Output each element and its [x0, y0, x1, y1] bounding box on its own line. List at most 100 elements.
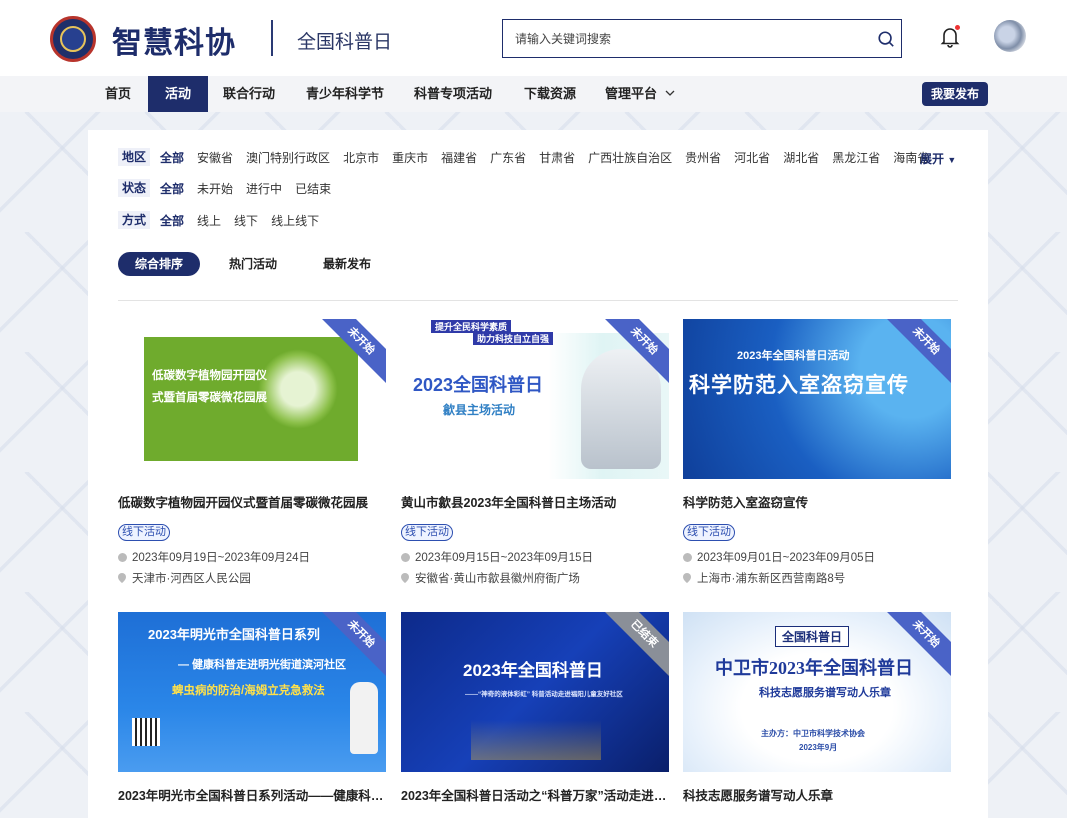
search-box: [502, 19, 902, 58]
nav-item-home[interactable]: 首页: [92, 76, 144, 112]
thumb-text: 蜱虫病的防治/海姆立克急救法: [172, 685, 325, 697]
card-title[interactable]: 低碳数字植物园开园仪式暨首届零碳微花园展: [118, 492, 386, 511]
filter-label-status: 状态: [118, 179, 151, 197]
filter-option[interactable]: 线上: [197, 212, 221, 229]
filter-mode: 方式 全部 线上 线下 线上线下: [118, 210, 332, 230]
date-text: 2023年09月15日~2023年09月15日: [415, 552, 594, 564]
filter-option[interactable]: 安徽省: [197, 149, 233, 166]
thumb-text: — 健康科普走进明光街道滨河社区: [178, 659, 347, 671]
filter-region: 地区 全部 安徽省 澳门特别行政区 北京市 重庆市 福建省 广东省 甘肃省 广西…: [118, 147, 942, 167]
nav-item-joint-action[interactable]: 联合行动: [216, 76, 282, 112]
activity-card[interactable]: 低碳数字植物园开园仪 式暨首届零碳微花园展 未开始 低碳数字植物园开园仪式暨首届…: [118, 319, 386, 586]
card-location: 安徽省·黄山市歙县徽州府衙广场: [401, 570, 669, 586]
search-input[interactable]: [503, 20, 843, 57]
filter-option[interactable]: 广西壮族自治区: [588, 149, 672, 166]
filter-option[interactable]: 未开始: [197, 180, 233, 197]
clock-icon: [683, 552, 692, 562]
main-nav: 首页 活动 联合行动 青少年科学节 科普专项活动 下载资源 管理平台 我要发布: [0, 76, 1067, 112]
thumb-text: 2023年9月: [799, 743, 838, 752]
card-title[interactable]: 科学防范入室盗窃宣传: [683, 492, 951, 511]
filter-option[interactable]: 线下: [234, 212, 258, 229]
filter-option[interactable]: 黑龙江省: [832, 149, 880, 166]
publish-button[interactable]: 我要发布: [922, 82, 988, 106]
filter-option[interactable]: 澳门特别行政区: [246, 149, 330, 166]
search-icon[interactable]: [877, 30, 895, 48]
sort-tabs: 综合排序 热门活动 最新发布: [118, 252, 400, 276]
activity-card[interactable]: 提升全民科学素质 助力科技自立自强 2023全国科普日 歙县主场活动 未开始 黄…: [401, 319, 669, 586]
thumb-text: 中卫市2023年全国科普日: [715, 658, 913, 678]
caret-down-icon: ▼: [947, 155, 957, 165]
card-thumbnail[interactable]: 2023年全国科普日活动 科学防范入室盗窃宣传 未开始: [683, 319, 951, 479]
filter-option[interactable]: 全部: [160, 180, 184, 197]
qr-code: [132, 718, 160, 746]
status-ribbon: 已结束: [596, 612, 669, 682]
activity-card[interactable]: 2023年全国科普日活动 科学防范入室盗窃宣传 未开始 科学防范入室盗窃宣传 线…: [683, 319, 951, 586]
card-title[interactable]: 2023年全国科普日活动之“科普万家”活动走进福阳儿童友好社区: [401, 785, 669, 804]
card-title[interactable]: 黄山市歙县2023年全国科普日主场活动: [401, 492, 669, 511]
avatar[interactable]: [994, 20, 1026, 52]
card-thumbnail[interactable]: 全国科普日 中卫市2023年全国科普日 科技志愿服务谱写动人乐章 主办方：中卫市…: [683, 612, 951, 772]
card-title[interactable]: 2023年明光市全国科普日系列活动——健康科普走进明光街道滨河社区: [118, 785, 386, 804]
card-thumbnail[interactable]: 2023年全国科普日 ——“神奇的液体彩虹” 科普活动走进福阳儿童友好社区 已结…: [401, 612, 669, 772]
activity-card[interactable]: 2023年明光市全国科普日系列 — 健康科普走进明光街道滨河社区 蜱虫病的防治/…: [118, 612, 386, 804]
thumb-text: 科技志愿服务谱写动人乐章: [759, 687, 891, 699]
filter-option[interactable]: 线上线下: [271, 212, 319, 229]
thumb-text: 科学防范入室盗窃宣传: [689, 374, 909, 397]
nav-item-downloads[interactable]: 下载资源: [516, 76, 584, 112]
poster-footer: [471, 720, 601, 760]
location-text: 天津市·河西区人民公园: [132, 573, 251, 585]
brand-title[interactable]: 智慧科协: [112, 18, 236, 62]
filter-status: 状态 全部 未开始 进行中 已结束: [118, 178, 344, 198]
filter-option[interactable]: 北京市: [343, 149, 379, 166]
filter-option[interactable]: 全部: [160, 212, 184, 229]
location-pin-icon: [118, 573, 126, 583]
filter-option[interactable]: 已结束: [295, 180, 331, 197]
card-thumbnail[interactable]: 低碳数字植物园开园仪 式暨首届零碳微花园展 未开始: [118, 319, 386, 479]
card-location: 上海市·浦东新区西营南路8号: [683, 570, 951, 586]
nav-item-youth-science[interactable]: 青少年科学节: [300, 76, 390, 112]
date-text: 2023年09月01日~2023年09月05日: [697, 552, 876, 564]
filter-option[interactable]: 进行中: [246, 180, 282, 197]
filter-option[interactable]: 广东省: [490, 149, 526, 166]
logo-emblem-icon[interactable]: [50, 16, 96, 62]
sort-tab-latest[interactable]: 最新发布: [306, 252, 388, 276]
nav-item-admin[interactable]: 管理平台: [600, 76, 662, 112]
nav-item-activities[interactable]: 活动: [148, 76, 208, 112]
card-thumbnail[interactable]: 提升全民科学素质 助力科技自立自强 2023全国科普日 歙县主场活动 未开始: [401, 319, 669, 479]
activity-card[interactable]: 2023年全国科普日 ——“神奇的液体彩虹” 科普活动走进福阳儿童友好社区 已结…: [401, 612, 669, 804]
filter-option[interactable]: 贵州省: [685, 149, 721, 166]
filter-option[interactable]: 河北省: [734, 149, 770, 166]
filter-option[interactable]: 福建省: [441, 149, 477, 166]
robot-hand-image: [581, 349, 661, 469]
filter-option[interactable]: 甘肃省: [539, 149, 575, 166]
divider: [118, 300, 958, 301]
nav-item-special-activities[interactable]: 科普专项活动: [408, 76, 498, 112]
activity-card[interactable]: 全国科普日 中卫市2023年全国科普日 科技志愿服务谱写动人乐章 主办方：中卫市…: [683, 612, 951, 804]
content-panel: 地区 全部 安徽省 澳门特别行政区 北京市 重庆市 福建省 广东省 甘肃省 广西…: [88, 130, 988, 818]
card-date: 2023年09月19日~2023年09月24日: [118, 549, 386, 565]
mode-tag: 线下活动: [401, 524, 453, 541]
location-text: 上海市·浦东新区西营南路8号: [697, 573, 846, 585]
sort-tab-popular[interactable]: 热门活动: [212, 252, 294, 276]
expand-button[interactable]: 展开 ▼: [920, 150, 956, 167]
filter-option[interactable]: 重庆市: [392, 149, 428, 166]
filter-option[interactable]: 全部: [160, 149, 184, 166]
card-date: 2023年09月01日~2023年09月05日: [683, 549, 951, 565]
thumb-text: 主办方：中卫市科学技术协会: [761, 729, 865, 738]
thumb-text: 2023年明光市全国科普日系列: [148, 627, 320, 642]
card-date: 2023年09月15日~2023年09月15日: [401, 549, 669, 565]
chevron-down-icon[interactable]: [665, 89, 675, 97]
filter-option[interactable]: 湖北省: [783, 149, 819, 166]
mode-tag: 线下活动: [118, 524, 170, 541]
doctor-figure: [350, 682, 378, 754]
date-text: 2023年09月19日~2023年09月24日: [132, 552, 311, 564]
thumb-text: 2023年全国科普日: [463, 661, 603, 680]
card-title[interactable]: 科技志愿服务谱写动人乐章: [683, 785, 951, 804]
sort-tab-comprehensive[interactable]: 综合排序: [118, 252, 201, 276]
thumb-text: 助力科技自立自强: [473, 332, 554, 345]
filter-label-region: 地区: [118, 148, 151, 166]
card-thumbnail[interactable]: 2023年明光市全国科普日系列 — 健康科普走进明光街道滨河社区 蜱虫病的防治/…: [118, 612, 386, 772]
thumb-text: 全国科普日: [775, 626, 850, 647]
location-pin-icon: [401, 573, 409, 583]
thumb-text: 2023年全国科普日活动: [737, 350, 850, 362]
